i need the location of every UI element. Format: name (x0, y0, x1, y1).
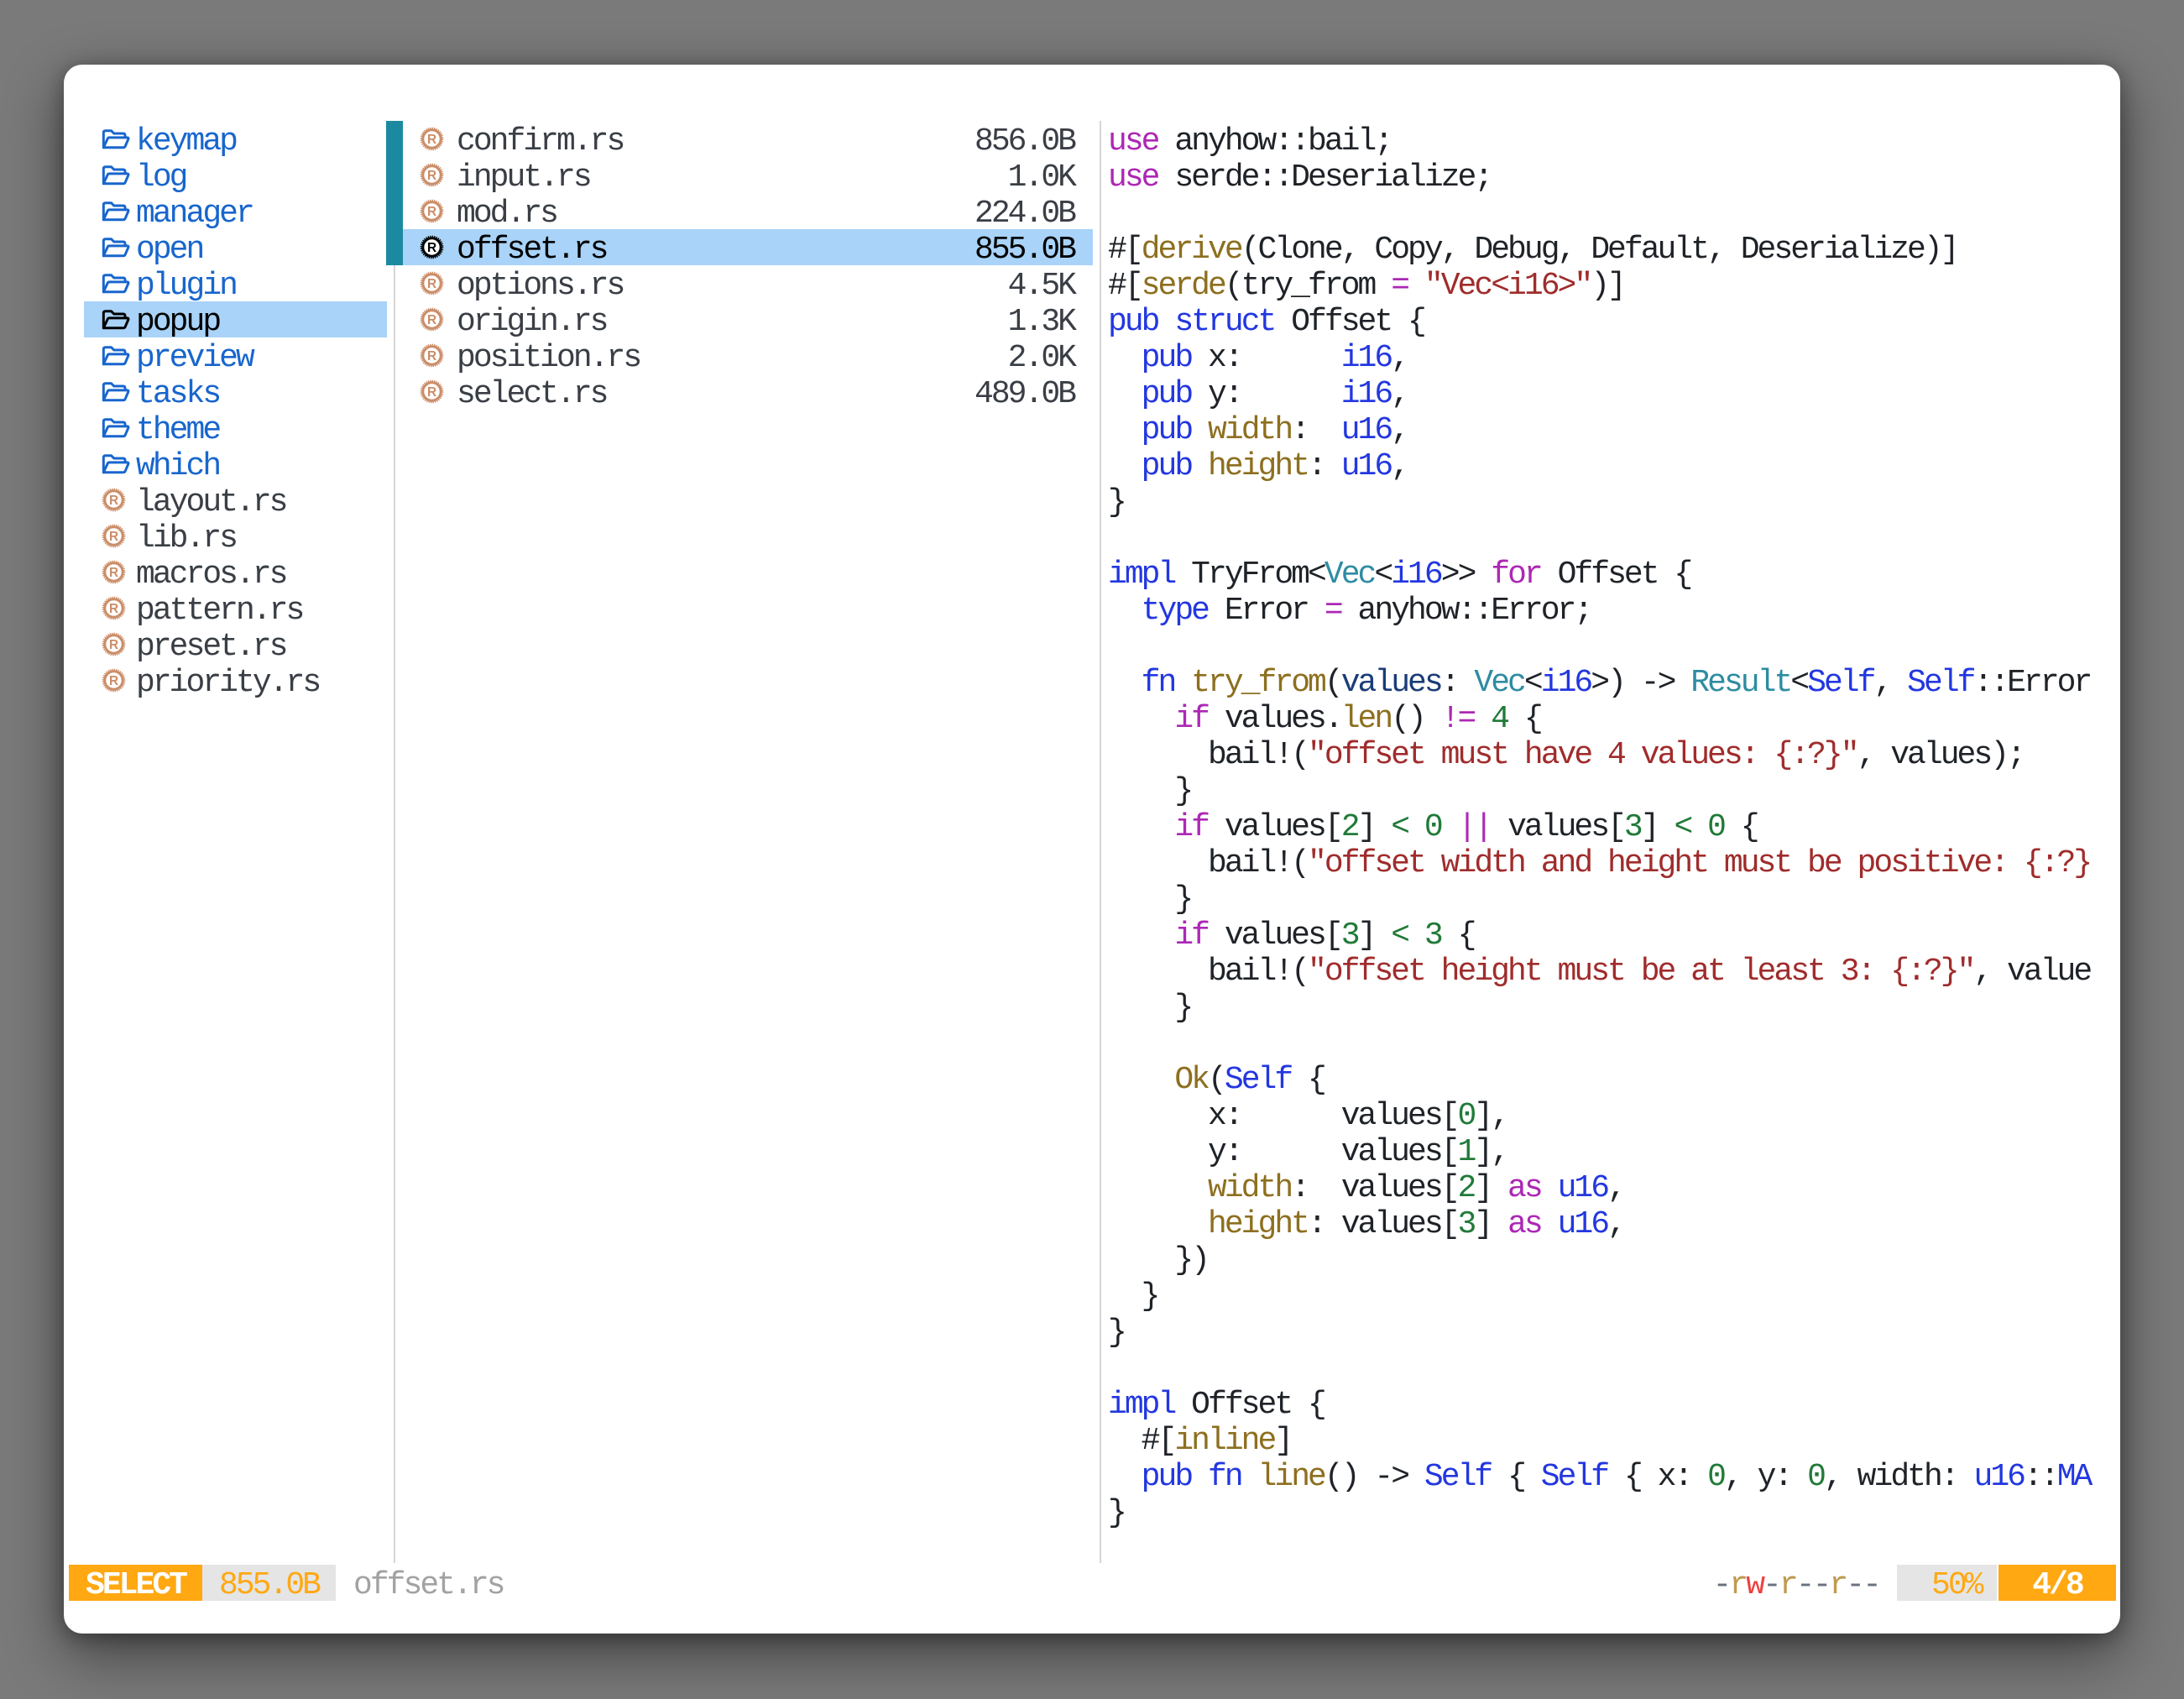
svg-text:R: R (427, 348, 436, 363)
svg-text:R: R (109, 673, 118, 687)
svg-text:R: R (109, 529, 118, 543)
svg-text:R: R (427, 312, 436, 327)
svg-text:R: R (109, 493, 118, 507)
svg-text:R: R (109, 601, 118, 615)
svg-text:R: R (427, 168, 436, 182)
svg-text:R: R (427, 132, 436, 146)
svg-text:R: R (427, 240, 436, 254)
svg-text:R: R (427, 276, 436, 290)
svg-text:R: R (109, 637, 118, 651)
svg-text:R: R (109, 565, 118, 579)
svg-text:R: R (427, 384, 436, 399)
svg-text:R: R (427, 204, 436, 218)
